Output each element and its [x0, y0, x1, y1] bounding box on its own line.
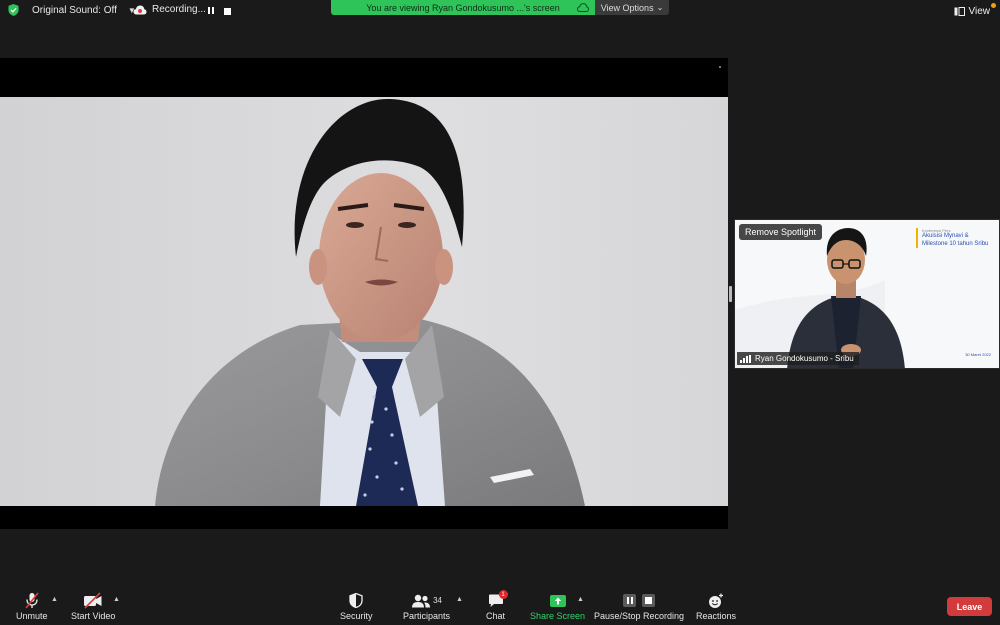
- start-video-button[interactable]: Start Video: [71, 592, 115, 621]
- start-video-label: Start Video: [71, 611, 116, 621]
- panel-resize-handle[interactable]: [729, 286, 732, 302]
- smiley-add-icon: [709, 593, 724, 608]
- cloud-recording-icon: [133, 5, 147, 14]
- viewing-screen-banner: You are viewing Ryan Gondokusumo ...'s s…: [331, 0, 595, 15]
- participants-label: Participants: [403, 611, 451, 621]
- pause-recording-button[interactable]: [208, 7, 214, 14]
- pause-icon: [208, 7, 214, 14]
- share-screen-icon: [549, 594, 566, 607]
- view-button[interactable]: View: [954, 6, 991, 17]
- slide-line: Akuisisi Mynavi &: [922, 233, 969, 239]
- zoom-meeting-window: Original Sound: Off ▼ Recording... You a…: [0, 0, 1000, 625]
- chat-unread-badge: 1: [498, 590, 508, 599]
- stop-recording-button[interactable]: [224, 8, 231, 15]
- reactions-label: Reactions: [696, 611, 737, 621]
- participants-count: 34: [433, 596, 442, 605]
- microphone-muted-icon: [25, 592, 39, 609]
- banner-text: You are viewing Ryan Gondokusumo ...'s s…: [366, 2, 560, 13]
- share-screen-label: Share Screen: [530, 611, 586, 621]
- signal-strength-icon: [740, 354, 751, 363]
- video-off-icon: [84, 592, 102, 609]
- participant-name-tag: Ryan Gondokusumo - Sribu: [737, 352, 859, 365]
- main-video-feed: [0, 97, 728, 506]
- speaker-video-image: [0, 97, 728, 506]
- pause-stop-recording-label: Pause/Stop Recording: [594, 611, 685, 621]
- pause-icon[interactable]: [623, 594, 637, 607]
- main-video-stage: [0, 58, 728, 529]
- stop-icon: [224, 8, 231, 15]
- shield-check-icon: [8, 4, 19, 16]
- share-options-chevron-icon[interactable]: ▲: [577, 596, 584, 603]
- slide-title: Konferensi Pers Akuisisi Mynavi & Milest…: [916, 228, 999, 248]
- participant-video-tile[interactable]: Remove Spotlight Konferensi Pers Akuisis…: [734, 219, 1000, 369]
- pause-stop-recording-button[interactable]: Pause/Stop Recording: [594, 592, 684, 621]
- slide-date: 30 Maret 2022: [965, 352, 991, 357]
- participants-button[interactable]: 34 Participants: [403, 592, 450, 621]
- original-sound-toggle[interactable]: Original Sound: Off ▼: [8, 4, 136, 16]
- participants-icon: [412, 594, 431, 607]
- security-button[interactable]: Security: [340, 592, 373, 621]
- security-label: Security: [340, 611, 373, 621]
- view-label: View: [968, 6, 991, 17]
- cloud-icon: [577, 3, 589, 12]
- view-options-button[interactable]: View Options ⌄: [595, 0, 669, 15]
- notification-dot: [991, 3, 996, 8]
- shield-icon: [349, 593, 363, 608]
- audio-options-chevron-icon[interactable]: ▲: [51, 596, 58, 603]
- chat-button[interactable]: 1 Chat: [486, 590, 508, 621]
- participants-options-chevron-icon[interactable]: ▲: [456, 596, 463, 603]
- original-sound-label: Original Sound: Off: [32, 4, 117, 16]
- top-bar: Original Sound: Off ▼ Recording... You a…: [0, 0, 1000, 24]
- unmute-label: Unmute: [16, 611, 48, 621]
- reactions-button[interactable]: Reactions: [696, 592, 736, 621]
- stop-icon[interactable]: [642, 594, 656, 607]
- view-layout-icon: [954, 7, 965, 16]
- view-options-label: View Options: [600, 2, 654, 13]
- recording-indicator: Recording...: [133, 4, 206, 15]
- participant-name: Ryan Gondokusumo - Sribu: [755, 354, 854, 363]
- recording-label: Recording...: [152, 4, 206, 15]
- stage-dot: [719, 66, 721, 68]
- chevron-down-icon: ⌄: [656, 3, 664, 12]
- leave-button[interactable]: Leave: [947, 597, 992, 616]
- unmute-button[interactable]: Unmute: [16, 592, 48, 621]
- video-options-chevron-icon[interactable]: ▲: [113, 596, 120, 603]
- slide-line: Milestone 10 tahun Sribu: [922, 240, 989, 247]
- meeting-toolbar: Unmute ▲ Start Video ▲ Security 34 Parti…: [0, 587, 1000, 625]
- chat-label: Chat: [486, 611, 506, 621]
- remove-spotlight-button[interactable]: Remove Spotlight: [739, 224, 823, 240]
